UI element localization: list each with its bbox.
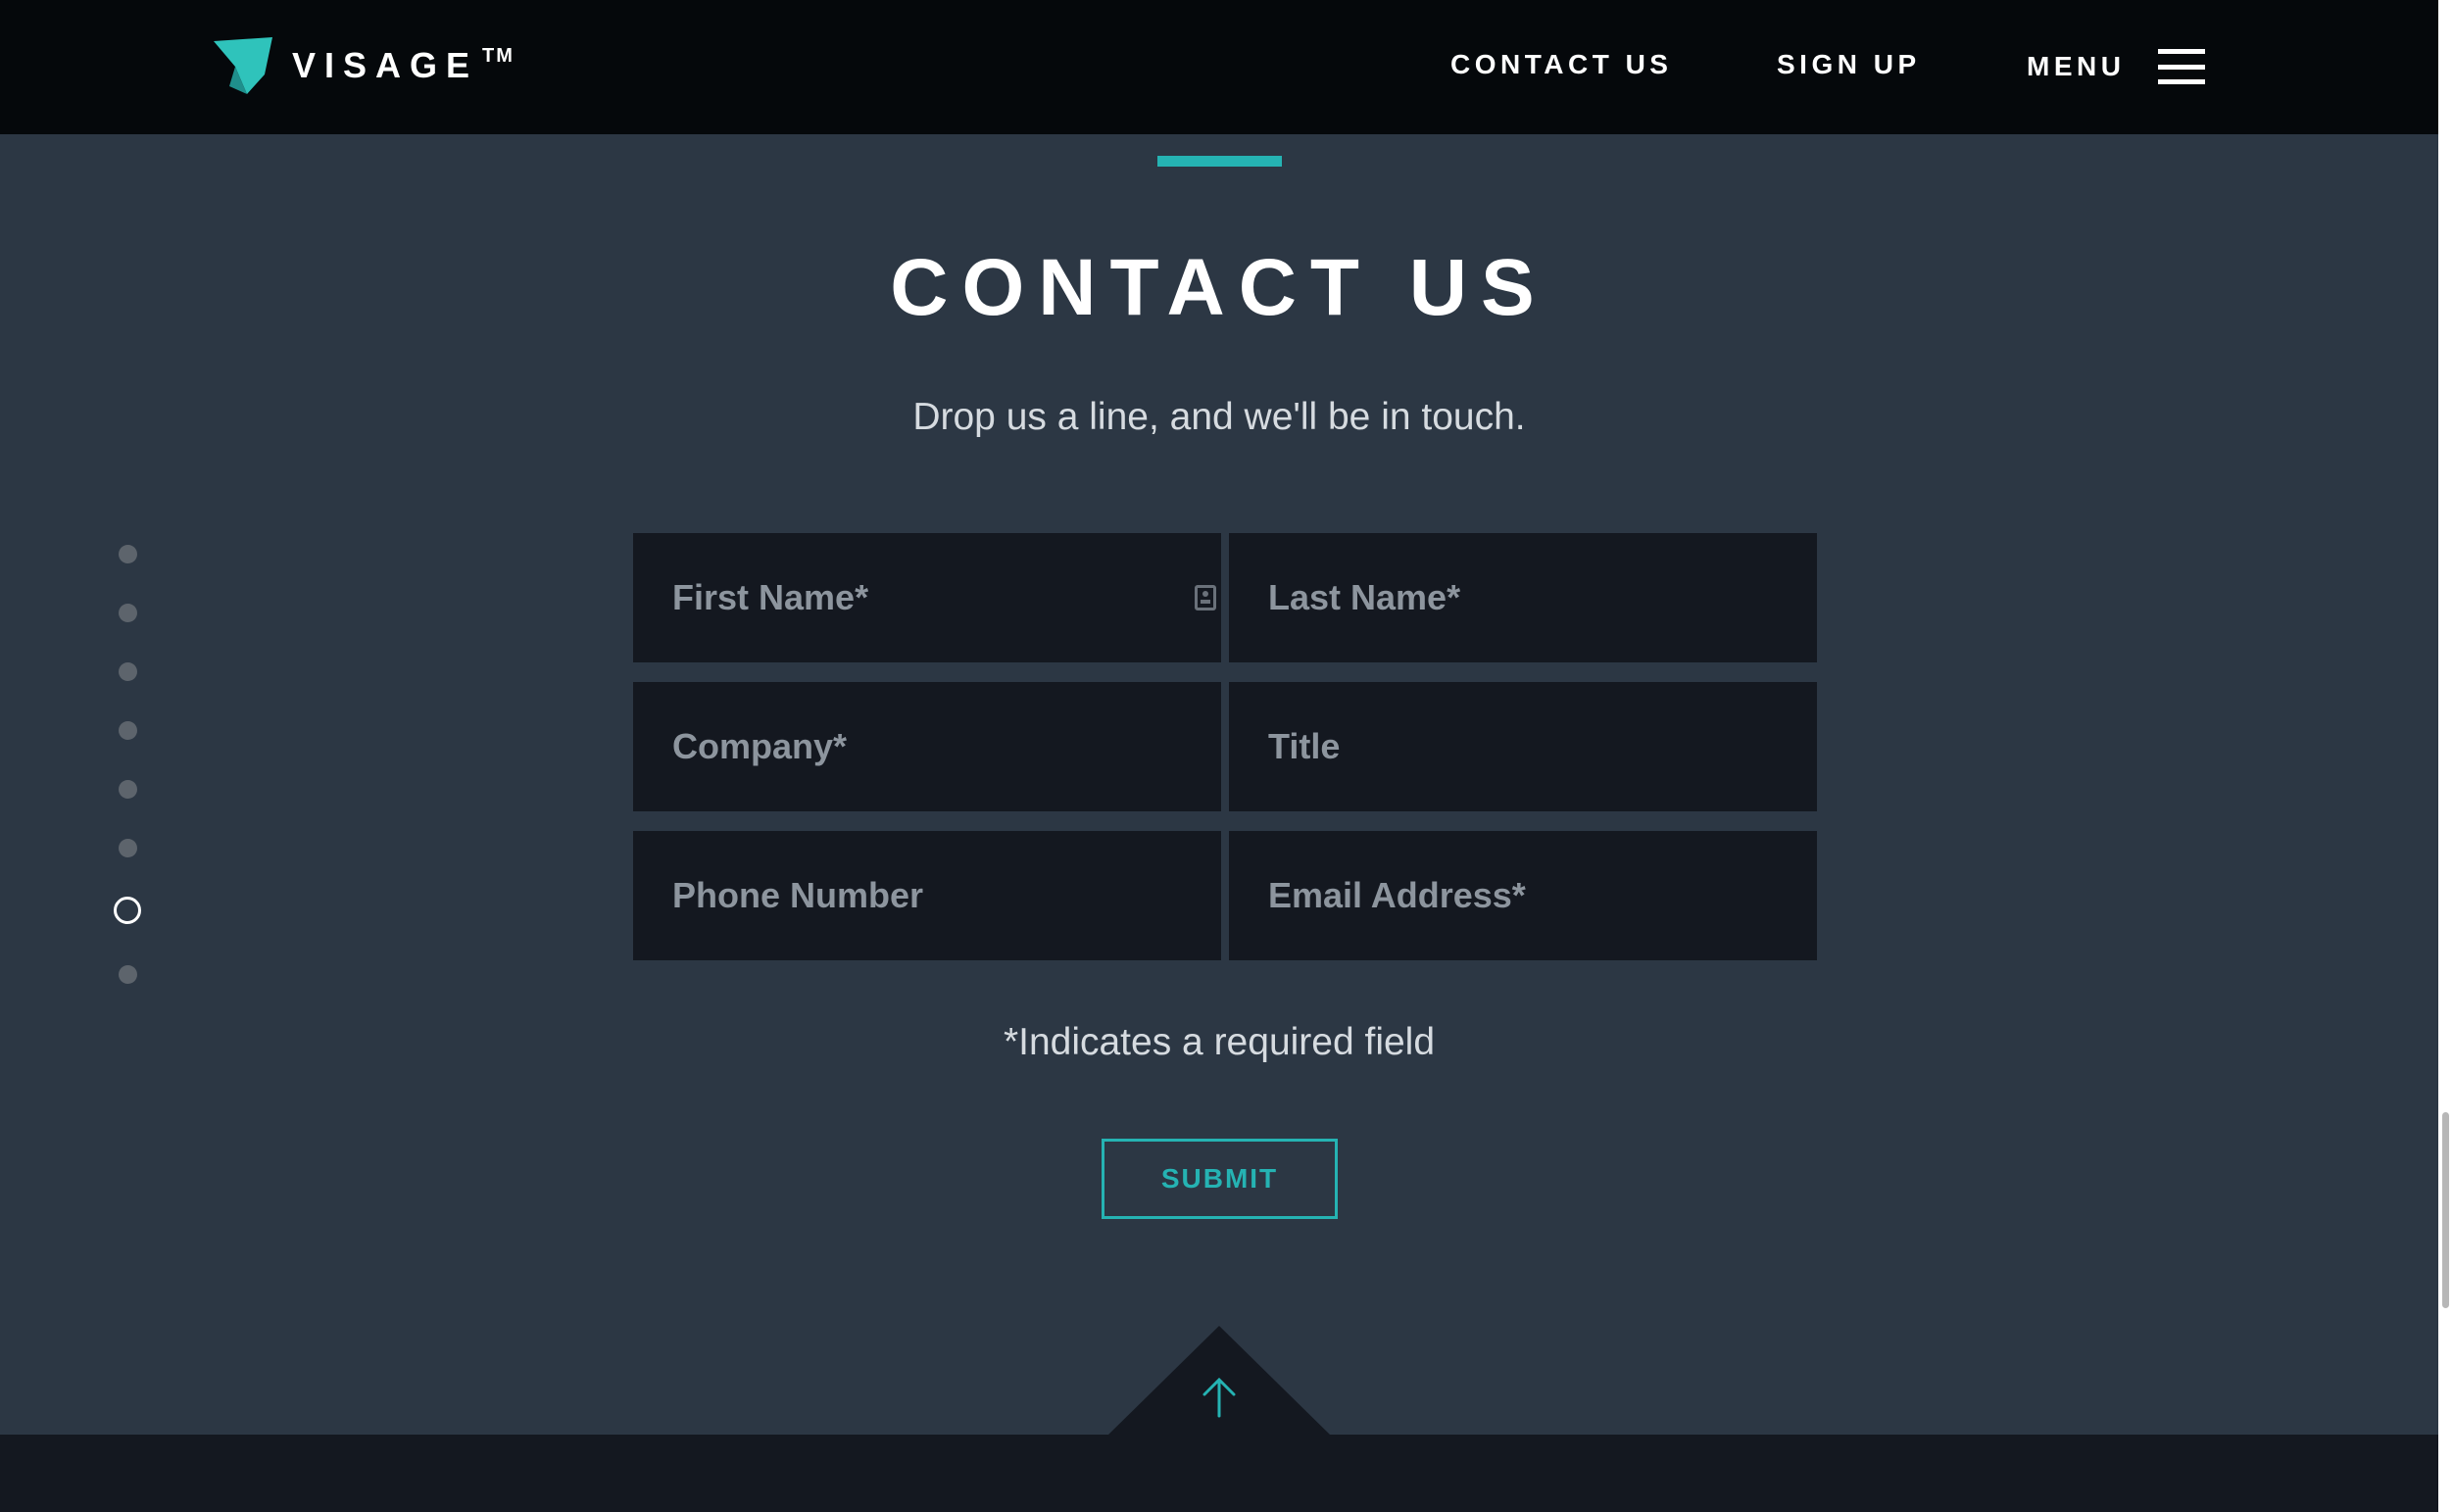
visage-logo-icon xyxy=(214,37,272,94)
page-scrollbar-thumb[interactable] xyxy=(2442,1112,2449,1308)
nav-sign-up-link[interactable]: SIGN UP xyxy=(1777,49,1921,80)
section-dot-7-active[interactable] xyxy=(114,897,141,924)
menu-label: MENU xyxy=(2027,51,2126,81)
title-field[interactable] xyxy=(1229,682,1817,811)
back-to-top-button[interactable] xyxy=(1107,1326,1331,1436)
section-dot-6[interactable] xyxy=(119,839,137,857)
top-navigation-bar: VISAGE TM CONTACT US SIGN UP MENU xyxy=(0,0,2438,134)
section-dot-1[interactable] xyxy=(119,545,137,563)
nav-contact-us-link[interactable]: CONTACT US xyxy=(1450,49,1672,80)
brand-name: VISAGE xyxy=(292,45,479,85)
phone-number-field[interactable] xyxy=(633,831,1221,960)
last-name-field[interactable] xyxy=(1229,533,1817,662)
contact-card-icon[interactable] xyxy=(1195,585,1216,610)
section-dot-8[interactable] xyxy=(119,965,137,984)
submit-button[interactable]: SUBMIT xyxy=(1102,1139,1338,1219)
hamburger-menu-icon xyxy=(2158,49,2206,84)
footer xyxy=(0,1435,2438,1512)
first-name-field[interactable] xyxy=(633,533,1221,662)
section-dot-5[interactable] xyxy=(119,780,137,799)
section-dot-2[interactable] xyxy=(119,604,137,622)
brand-logo[interactable]: VISAGE TM xyxy=(214,37,515,94)
section-dot-3[interactable] xyxy=(119,662,137,681)
section-subtitle: Drop us a line, and we'll be in touch. xyxy=(912,396,1526,438)
company-field[interactable] xyxy=(633,682,1221,811)
section-dot-4[interactable] xyxy=(119,721,137,740)
trademark-symbol: TM xyxy=(482,44,515,67)
page-title: CONTACT US xyxy=(890,243,1548,332)
required-field-note: *Indicates a required field xyxy=(1003,1021,1436,1063)
email-address-field[interactable] xyxy=(1229,831,1817,960)
menu-button[interactable]: MENU xyxy=(2027,49,2206,84)
section-accent-bar xyxy=(1157,156,1282,167)
